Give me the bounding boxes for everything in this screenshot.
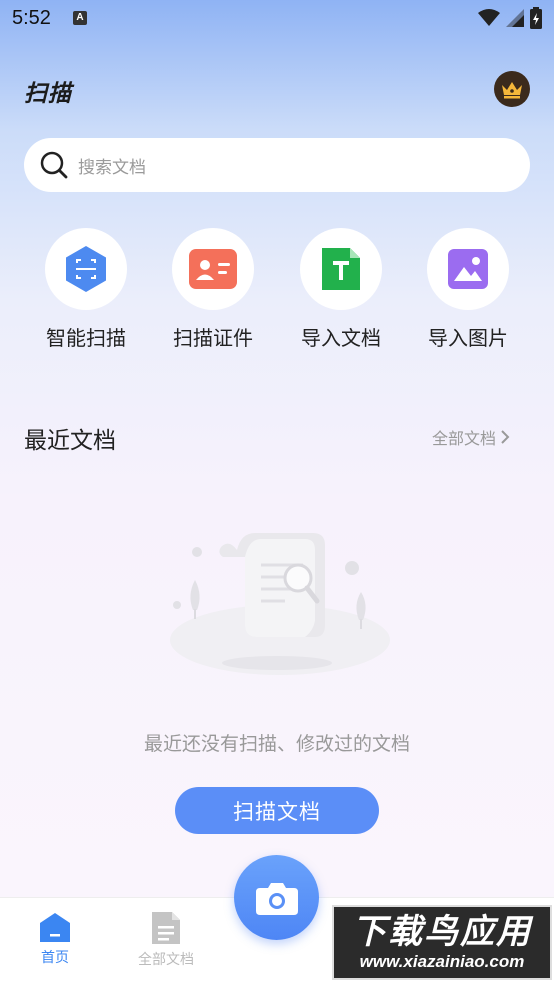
crown-icon[interactable] (494, 71, 530, 107)
chevron-right-icon (501, 430, 510, 444)
import-doc-icon (322, 248, 360, 290)
import-doc-icon-wrap (300, 228, 382, 310)
smart-scan-button[interactable]: 智能扫描 (31, 228, 141, 351)
id-card-icon-wrap (172, 228, 254, 310)
empty-docs-illustration (170, 533, 390, 675)
search-icon (40, 151, 68, 179)
all-docs-link[interactable]: 全部文档 (432, 425, 510, 449)
watermark-url: www.xiazainiao.com (359, 951, 525, 971)
battery-icon (530, 7, 542, 29)
notification-icon: A (73, 11, 87, 25)
status-time: 5:52 (12, 7, 51, 29)
watermark-logo: 下载鸟应用 www.xiazainiao.com (332, 905, 552, 980)
tab-all-documents-label: 全部文档 (138, 952, 194, 968)
wifi-icon (478, 9, 500, 26)
watermark-main: 下载鸟应用 (352, 911, 532, 952)
home-icon (40, 913, 70, 942)
search-placeholder: 搜索文档 (78, 157, 146, 178)
scan-id-label: 扫描证件 (173, 326, 253, 350)
scan-document-button[interactable]: 扫描文档 (175, 787, 379, 834)
tab-home-label: 首页 (41, 950, 69, 966)
camera-icon (255, 882, 298, 915)
id-card-icon (189, 249, 237, 289)
scan-id-button[interactable]: 扫描证件 (158, 228, 268, 351)
import-image-icon (448, 249, 488, 289)
import-image-icon-wrap (427, 228, 509, 310)
smart-scan-label: 智能扫描 (46, 326, 126, 350)
import-doc-label: 导入文档 (301, 326, 381, 350)
all-docs-link-label: 全部文档 (432, 429, 497, 448)
camera-button[interactable] (234, 855, 319, 940)
page-title: 扫描 (24, 81, 72, 107)
recent-docs-title: 最近文档 (24, 428, 116, 454)
signal-icon (506, 9, 524, 27)
smart-scan-icon (66, 246, 106, 292)
import-image-button[interactable]: 导入图片 (413, 228, 523, 351)
tab-all-documents[interactable]: 全部文档 (126, 912, 206, 969)
status-icons (478, 7, 542, 29)
documents-icon (152, 912, 180, 944)
import-image-label: 导入图片 (428, 326, 508, 350)
status-bar: 5:52 A (0, 0, 554, 38)
import-doc-button[interactable]: 导入文档 (286, 228, 396, 351)
tab-home[interactable]: 首页 (15, 912, 95, 967)
smart-scan-icon-wrap (45, 228, 127, 310)
quick-actions: 智能扫描 扫描证件 导入文档 导入图片 (0, 228, 554, 358)
empty-state-message: 最近还没有扫描、修改过的文档 (143, 733, 410, 755)
search-input[interactable]: 搜索文档 (24, 138, 530, 192)
